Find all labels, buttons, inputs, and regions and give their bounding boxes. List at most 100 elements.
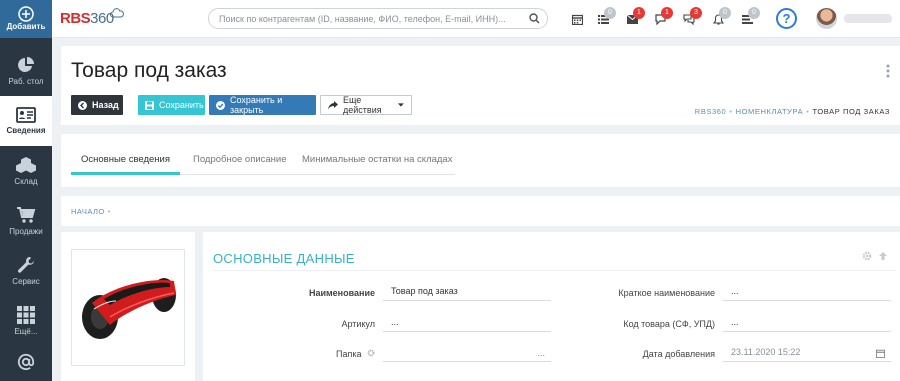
notifications-button[interactable]: 0 [711,7,731,26]
sidebar-item-service[interactable]: Сервис [0,246,52,296]
pie-chart-icon [18,56,34,72]
calendar-icon [571,14,583,25]
tab-min-stock[interactable]: Минимальные остатки на складах [302,154,452,165]
short-name-field[interactable]: ... [723,285,891,301]
back-button[interactable]: Назад [71,95,123,115]
more-actions-dropdown[interactable]: Еще действия [320,95,412,115]
gear-icon[interactable] [862,251,872,261]
folder-label-wrap: Папка [213,349,375,359]
gear-icon[interactable] [367,349,375,357]
save-button[interactable]: Сохранить [138,95,205,115]
sidebar-item-dashboard[interactable]: Раб. стол [0,46,52,96]
product-code-label: Код товара (СФ, УПД) [623,319,715,329]
add-label: Добавить [6,22,46,31]
search-box [208,8,548,29]
arrow-up-icon[interactable] [878,251,888,261]
notification-badge: 1 [633,7,645,19]
date-added-field[interactable]: 23.11.2020 15:22 [723,346,891,362]
product-image-panel [61,232,195,381]
calendar-icon[interactable] [876,349,885,358]
logo[interactable]: RBS360 [60,8,124,27]
sidebar-item-label: Склад [14,176,38,186]
sidebar-item-warehouse[interactable]: Склад [0,146,52,196]
user-name-blurred[interactable] [844,14,892,23]
help-button[interactable]: ? [776,8,797,29]
cart-icon [17,206,36,223]
messages-button[interactable]: 1 [653,7,673,26]
breadcrumb-current: ТОВАР ПОД ЗАКАЗ [812,107,890,116]
page-title: Товар под заказ [71,59,227,82]
page-header: Товар под заказ Назад Сохранить Сохранит… [61,46,900,125]
notification-badge: 0 [604,7,616,19]
avatar[interactable] [816,8,837,29]
tab-main-info[interactable]: Основные сведения [81,154,170,165]
more-actions-label: Еще действия [343,95,382,115]
sidebar-item-mail[interactable] [0,346,52,380]
floppy-disk-icon [145,100,154,110]
sub-breadcrumb: НАЧАЛО • [71,207,111,216]
notification-badge: 0 [719,7,731,19]
calendar-button[interactable] [570,12,584,26]
breadcrumb: RBS360 • НОМЕНКЛАТУРА • ТОВАР ПОД ЗАКАЗ [695,107,890,116]
back-button-label: Назад [92,100,119,110]
grid-icon [17,305,35,324]
section-tools [862,251,888,261]
sub-breadcrumb-start[interactable]: НАЧАЛО [71,207,105,216]
breadcrumb-separator: • [806,107,810,116]
product-code-field[interactable]: ... [723,316,891,332]
folder-picker-ellipsis[interactable]: ... [537,347,545,359]
comments-button[interactable]: 3 [682,7,702,26]
at-sign-icon [17,353,35,370]
breadcrumb-link-home[interactable]: RBS360 [695,107,727,116]
date-added-label: Дата добавления [642,349,715,359]
main-data-panel: ОСНОВНЫЕ ДАННЫЕ Наименование Товар под з… [203,232,900,381]
save-button-label: Сохранить [159,100,204,110]
wrench-icon [18,256,34,273]
section-title: ОСНОВНЫЕ ДАННЫЕ [213,251,355,266]
mail-button[interactable]: 1 [625,7,645,26]
check-circle-icon [216,100,225,110]
id-card-icon [16,106,36,123]
notification-badge: 0 [748,7,760,19]
breadcrumb-link-catalog[interactable]: НОМЕНКЛАТУРА [736,107,804,116]
reminders-button[interactable]: 0 [740,7,760,26]
short-name-label: Краткое наименование [618,288,715,298]
sidebar-item-label: Сервис [12,276,40,286]
sidebar-item-info[interactable]: Сведения [0,96,52,146]
sidebar-item-label: Сведения [6,125,46,135]
tab-detailed-description[interactable]: Подробное описание [193,154,287,165]
sidebar: Добавить Раб. стол Сведения Склад Продаж… [0,0,52,381]
notification-badge: 3 [690,7,702,19]
breadcrumb-separator: • [729,107,733,116]
name-label: Наименование [308,288,375,298]
logo-part-rbs: RBS [60,10,91,27]
sidebar-item-sales[interactable]: Продажи [0,196,52,246]
hoverboard-image [82,277,176,339]
kebab-menu-icon[interactable] [886,64,890,78]
tasks-button[interactable]: 0 [596,7,616,26]
sidebar-item-label: Ещё... [14,326,38,336]
sidebar-item-label: Продажи [9,226,43,236]
tabs-bar: Основные сведения Подробное описание Мин… [61,134,900,187]
date-added-value: 23.11.2020 15:22 [731,347,801,357]
search-icon[interactable] [529,13,540,24]
article-field[interactable]: ... [383,316,551,332]
folder-label: Папка [335,349,362,359]
save-and-close-button[interactable]: Сохранить и закрыть [209,95,316,115]
add-button[interactable]: Добавить [0,0,52,38]
sidebar-item-more[interactable]: Ещё... [0,296,52,346]
active-tab-indicator [71,172,180,175]
caret-down-icon [398,103,404,107]
folder-field[interactable]: ... [383,346,551,362]
cubes-icon [16,156,36,173]
section-divider [213,270,896,271]
sidebar-item-label: Раб. стол [8,76,44,86]
search-input[interactable] [219,9,519,29]
save-and-close-button-label: Сохранить и закрыть [230,95,283,115]
arrow-left-circle-icon [78,100,87,110]
sub-breadcrumb-bar: НАЧАЛО • [61,196,900,226]
top-bar: RBS360 0 1 1 3 0 0 ? [52,0,900,38]
article-label: Артикул [341,319,375,329]
name-field[interactable]: Товар под заказ [383,285,551,301]
product-image[interactable] [71,249,185,366]
